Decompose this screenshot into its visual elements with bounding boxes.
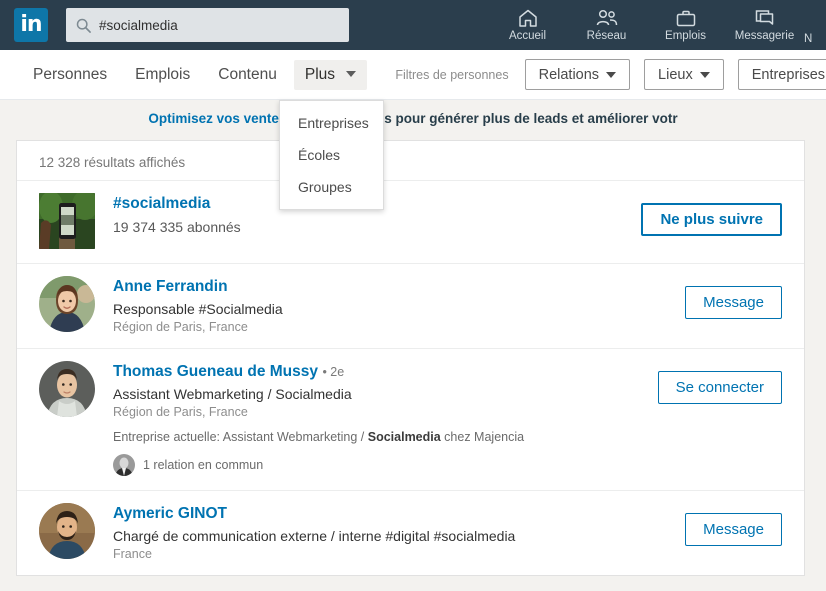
profile-photo [39,361,95,417]
dropdown-item-groupes[interactable]: Groupes [280,171,383,203]
message-button[interactable]: Message [685,513,782,546]
nav-item-accueil[interactable]: Accueil [488,0,567,50]
unfollow-button[interactable]: Ne plus suivre [641,203,782,236]
people-filters-label: Filtres de personnes [395,67,509,82]
result-actions: Ne plus suivre [641,193,782,236]
avatar[interactable] [39,276,95,332]
avatar[interactable] [39,503,95,559]
current-company-line: Entreprise actuelle: Assistant Webmarket… [113,430,658,444]
person-location: Région de Paris, France [113,405,248,419]
person-location: France [113,547,152,561]
avatar[interactable] [39,361,95,417]
person-headline: Chargé de communication externe / intern… [113,528,516,544]
message-button[interactable]: Message [685,286,782,319]
hashtag-thumbnail[interactable] [39,193,95,249]
current-suffix: chez Majencia [440,430,525,444]
results-count: 12 328 résultats affichés [39,155,186,170]
mutual-profile-photo [113,454,135,476]
filter-button-label: Lieux [658,66,693,83]
mutual-text: 1 relation en commun [143,458,264,472]
person-info: Anne Ferrandin Responsable #Socialmedia … [113,276,685,334]
dropdown-item-ecoles[interactable]: Écoles [280,139,383,171]
search-bar[interactable] [66,8,349,42]
nav-item-messagerie[interactable]: Messagerie [725,0,804,50]
filter-tab-plus-label: Plus [304,65,336,83]
filter-button-label: Entreprises [751,66,826,83]
nav-label: N [804,33,813,45]
person-headline: Assistant Webmarketing / Socialmedia [113,386,352,402]
current-prefix: Entreprise actuelle: Assistant Webmarket… [113,430,368,444]
connection-degree: • 2e [322,365,345,379]
search-icon [76,18,91,33]
chevron-down-icon [606,71,617,78]
result-actions: Message [685,276,782,319]
filter-tab-personnes[interactable]: Personnes [22,60,118,90]
search-results-card: 12 328 résultats affichés #socialmedia 1… [16,140,805,576]
search-filter-bar: Personnes Emplois Contenu Plus Filtres d… [0,50,826,100]
filter-button-relations[interactable]: Relations [524,59,631,90]
nav-item-emplois[interactable]: Emplois [646,0,725,50]
result-row-hashtag: #socialmedia 19 374 335 abonnés Ne plus … [17,180,804,263]
message-icon [755,10,773,25]
forest-phone-image [39,193,95,249]
promo-banner: Optimisez vos ventes - 3 livres blancs p… [0,100,826,136]
result-actions: Message [685,503,782,546]
linkedin-search-page: in Accueil Résea [0,0,826,591]
filter-button-lieux[interactable]: Lieux [644,59,724,90]
nav-item-reseau[interactable]: Réseau [567,0,646,50]
connect-button[interactable]: Se connecter [657,371,782,404]
mutual-connections[interactable]: 1 relation en commun [113,454,658,476]
filter-tab-plus[interactable]: Plus [293,59,368,90]
profile-photo [39,503,95,559]
nav-label: Messagerie [734,30,795,42]
filter-button-entreprises[interactable]: Entreprises [737,59,826,90]
promo-link[interactable]: Optimisez vos ventes [148,111,286,126]
chevron-down-icon [699,71,710,78]
network-icon [596,9,617,26]
filter-tab-contenu[interactable]: Contenu [207,60,288,90]
result-row-person: Thomas Gueneau de Mussy • 2e Assistant W… [17,348,804,490]
current-bold: Socialmedia [367,430,441,444]
result-row-person: Aymeric GINOT Chargé de communication ex… [17,490,804,575]
result-actions: Se connecter [657,361,782,404]
hashtag-name[interactable]: #socialmedia [113,195,210,212]
result-row-person: Anne Ferrandin Responsable #Socialmedia … [17,263,804,348]
search-input[interactable] [99,17,339,33]
person-name[interactable]: Aymeric GINOT [113,505,227,522]
person-location: Région de Paris, France [113,320,248,334]
person-info: Aymeric GINOT Chargé de communication ex… [113,503,685,561]
dropdown-item-entreprises[interactable]: Entreprises [280,107,383,139]
chevron-down-icon [346,70,357,77]
nav-items: Accueil Réseau Emplois Messagerie N [488,0,826,50]
person-name[interactable]: Anne Ferrandin [113,278,228,295]
profile-photo [39,276,95,332]
filter-button-label: Relations [538,66,600,83]
nav-label: Accueil [508,30,547,42]
filter-tab-emplois[interactable]: Emplois [124,60,201,90]
nav-item-notifications[interactable]: N [804,0,826,50]
briefcase-icon [676,10,695,27]
person-info: Thomas Gueneau de Mussy • 2e Assistant W… [113,361,658,476]
plus-dropdown-menu: Entreprises Écoles Groupes [279,100,384,210]
person-name[interactable]: Thomas Gueneau de Mussy [113,363,318,380]
mutual-avatar [113,454,135,476]
home-icon [518,9,537,27]
hashtag-subscribers: 19 374 335 abonnés [113,219,241,235]
person-headline: Responsable #Socialmedia [113,301,283,317]
nav-label: Réseau [586,30,627,42]
linkedin-logo[interactable]: in [14,8,48,42]
nav-label: Emplois [665,30,706,42]
top-navigation-bar: in Accueil Résea [0,0,826,50]
